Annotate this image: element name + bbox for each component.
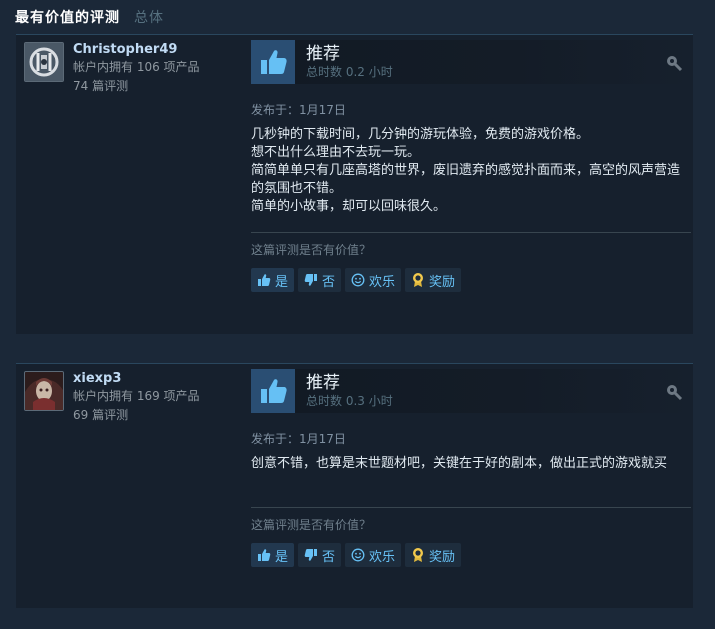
thumbs-up-icon	[256, 272, 272, 288]
review-verdict[interactable]: 推荐	[306, 372, 340, 394]
posted-date: 发布于：1月17日	[251, 432, 346, 446]
vote-funny-button[interactable]: 欢乐	[345, 543, 402, 567]
thumbs-down-icon	[303, 547, 319, 563]
smiley-icon	[350, 272, 366, 288]
avatar[interactable]	[24, 371, 64, 411]
award-ribbon-icon	[410, 547, 426, 563]
review-verdict[interactable]: 推荐	[306, 43, 340, 65]
section-header: 最有价值的评测 总体	[15, 7, 164, 29]
award-ribbon-icon	[410, 272, 426, 288]
vote-funny-label: 欢乐	[369, 549, 396, 565]
vote-funny-label: 欢乐	[369, 274, 396, 290]
award-button[interactable]: 奖励	[405, 268, 462, 292]
author-name[interactable]: Christopher49	[73, 42, 243, 58]
review-card: xiexp3 帐户内拥有 169 项产品 69 篇评测 推荐 总时数 0.3 小…	[16, 363, 693, 608]
review-content: 几秒钟的下载时间，几分钟的游玩体验，免费的游戏价格。 想不出什么理由不去玩一玩。…	[251, 127, 681, 214]
avatar[interactable]	[24, 42, 64, 82]
author-info: Christopher49 帐户内拥有 106 项产品 74 篇评测	[73, 42, 243, 96]
smiley-icon	[350, 547, 366, 563]
author-review-count[interactable]: 69 篇评测	[73, 406, 243, 425]
vote-header: 推荐 总时数 0.2 小时	[251, 40, 691, 84]
card-top-border	[16, 34, 693, 35]
thumbs-up-icon	[251, 40, 295, 84]
award-label: 奖励	[429, 274, 456, 290]
award-icon[interactable]	[665, 383, 683, 401]
card-top-border	[16, 363, 693, 364]
author-info: xiexp3 帐户内拥有 169 项产品 69 篇评测	[73, 371, 243, 425]
review-card: Christopher49 帐户内拥有 106 项产品 74 篇评测 推荐 总时…	[16, 34, 693, 334]
vote-yes-button[interactable]: 是	[251, 268, 295, 292]
vote-no-label: 否	[322, 274, 336, 290]
vote-yes-button[interactable]: 是	[251, 543, 295, 567]
vote-yes-label: 是	[275, 274, 289, 290]
vote-funny-button[interactable]: 欢乐	[345, 268, 402, 292]
thumbs-up-icon	[251, 369, 295, 413]
playtime-hours: 总时数 0.2 小时	[306, 65, 393, 79]
author-name[interactable]: xiexp3	[73, 371, 243, 387]
author-products[interactable]: 帐户内拥有 169 项产品	[73, 387, 243, 406]
section-subtitle[interactable]: 总体	[134, 7, 164, 27]
author-review-count[interactable]: 74 篇评测	[73, 77, 243, 96]
vote-no-label: 否	[322, 549, 336, 565]
divider	[251, 232, 691, 233]
vote-yes-label: 是	[275, 549, 289, 565]
review-content: 创意不错，也算是末世题材吧，关键在于好的剧本，做出正式的游戏就买	[251, 456, 668, 471]
author-products[interactable]: 帐户内拥有 106 项产品	[73, 58, 243, 77]
award-label: 奖励	[429, 549, 456, 565]
vote-no-button[interactable]: 否	[298, 268, 342, 292]
helpful-question: 这篇评测是否有价值？	[251, 243, 372, 257]
section-title: 最有价值的评测	[15, 10, 120, 26]
review-controls: 是 否 欢乐 奖励	[251, 268, 462, 292]
thumbs-up-icon	[256, 547, 272, 563]
playtime-hours: 总时数 0.3 小时	[306, 394, 393, 408]
award-button[interactable]: 奖励	[405, 543, 462, 567]
award-icon[interactable]	[665, 54, 683, 72]
thumbs-down-icon	[303, 272, 319, 288]
posted-date: 发布于：1月17日	[251, 103, 346, 117]
review-controls: 是 否 欢乐 奖励	[251, 543, 462, 567]
helpful-question: 这篇评测是否有价值？	[251, 518, 372, 532]
divider	[251, 507, 691, 508]
vote-header: 推荐 总时数 0.3 小时	[251, 369, 691, 413]
vote-no-button[interactable]: 否	[298, 543, 342, 567]
